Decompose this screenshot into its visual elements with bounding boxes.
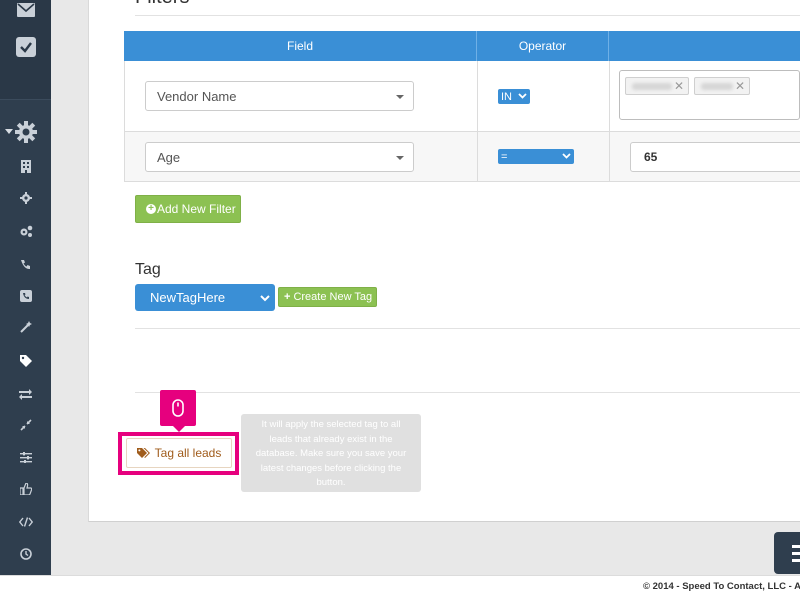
chevron-down-icon (396, 156, 404, 160)
tag-all-leads-button[interactable]: Tag all leads (126, 438, 232, 468)
field-select-value: Age (157, 149, 181, 165)
menu-bar (792, 552, 800, 555)
page-bottom-bar (51, 545, 800, 575)
magic-wand-icon[interactable] (0, 320, 51, 334)
operator-select-in[interactable]: IN (498, 89, 530, 104)
exchange-icon[interactable] (0, 387, 51, 401)
operator-select-equals[interactable]: = (498, 149, 574, 164)
create-new-tag-button[interactable]: + Create New Tag (278, 287, 377, 307)
gears-icon[interactable] (0, 224, 51, 238)
row-divider (124, 181, 800, 182)
operator-select-value: IN (501, 90, 512, 103)
building-icon[interactable] (0, 159, 51, 173)
chevron-down-icon (562, 153, 571, 159)
plus-icon: + (284, 291, 291, 303)
title-divider (135, 15, 800, 16)
sidebar (0, 0, 51, 575)
filters-title: Filters (135, 0, 189, 9)
tag-all-leads-label: Tag all leads (154, 446, 222, 460)
tag-select-value: NewTagHere (150, 290, 226, 305)
chevron-down-icon (396, 95, 404, 99)
add-new-filter-label: Add New Filter (157, 202, 236, 216)
sliders-icon[interactable] (0, 450, 51, 464)
value-chip[interactable]: ✕ (694, 77, 750, 95)
phone-icon[interactable] (0, 257, 51, 271)
compress-icon[interactable] (0, 418, 51, 432)
tag-select[interactable]: NewTagHere (135, 284, 275, 311)
create-new-tag-label: Create New Tag (293, 291, 373, 303)
add-new-filter-button[interactable]: + Add New Filter (135, 195, 241, 223)
column-header-operator: Operator (477, 31, 609, 61)
tag-section-title: Tag (135, 261, 161, 278)
section-divider (135, 392, 800, 393)
field-select-age[interactable]: Age (145, 142, 414, 172)
chevron-down-icon (518, 93, 527, 99)
column-header-value (609, 31, 800, 61)
redacted-text (632, 83, 672, 90)
chevron-down-icon (260, 295, 270, 302)
tag-icon[interactable] (0, 354, 51, 368)
mouse-icon (172, 399, 184, 417)
tag-all-tooltip: It will apply the selected tag to all le… (241, 414, 421, 492)
phone-square-icon[interactable] (0, 289, 51, 303)
thumbs-up-icon[interactable] (0, 482, 51, 496)
operator-select-value: = (501, 150, 508, 163)
value-chip[interactable]: ✕ (625, 77, 689, 95)
gear-icon[interactable] (0, 191, 51, 205)
row-divider (124, 131, 800, 132)
menu-bar (792, 559, 800, 562)
code-icon[interactable] (0, 515, 51, 529)
remove-chip-icon[interactable]: ✕ (735, 79, 745, 93)
column-header-field: Field (124, 31, 477, 61)
clock-icon[interactable] (0, 547, 51, 561)
mouse-click-marker (160, 390, 196, 432)
tags-icon (136, 447, 150, 458)
field-select-value: Vendor Name (157, 88, 237, 104)
envelope-icon[interactable] (0, 2, 51, 18)
remove-chip-icon[interactable]: ✕ (674, 79, 684, 93)
value-multiselect[interactable]: ✕ ✕ (619, 70, 800, 120)
check-square-icon[interactable] (0, 36, 51, 58)
field-select-vendor-name[interactable]: Vendor Name (145, 81, 414, 111)
section-divider (135, 328, 800, 329)
menu-toggle-button[interactable] (774, 532, 800, 574)
value-input-age[interactable]: 65 (630, 142, 800, 172)
column-divider (477, 61, 478, 182)
redacted-text (701, 83, 733, 90)
plus-circle-icon: + (146, 204, 156, 214)
column-divider (124, 61, 125, 182)
gear-large-icon[interactable] (0, 121, 51, 143)
footer-copyright: © 2014 - Speed To Contact, LLC - All (643, 581, 800, 592)
column-divider (609, 61, 610, 182)
menu-bar (792, 545, 800, 548)
